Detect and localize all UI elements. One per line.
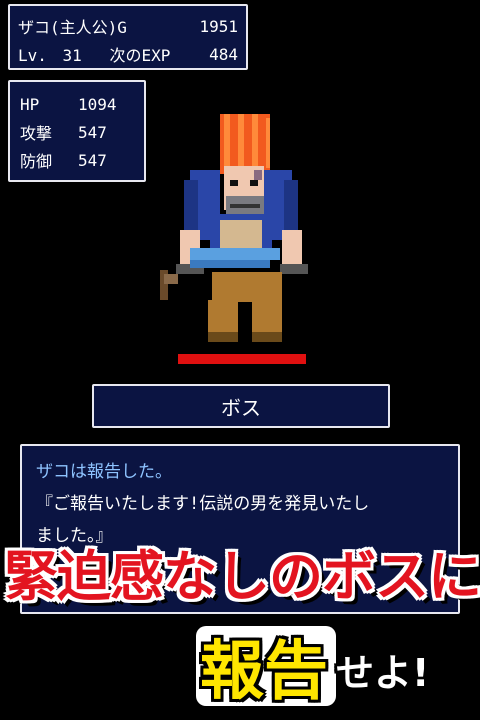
stat-row-attack: 攻撃 547 (20, 118, 134, 146)
next-exp-value: 484 (209, 44, 238, 64)
player-name-gold: ザコ(主人公)G (18, 14, 127, 38)
message-line-2: 『ご報告いたします!伝説の男を発見いたし (36, 494, 370, 514)
player-stats-panel: HP 1094 攻撃 547 防御 547 (8, 80, 146, 182)
level-value: 31 (62, 46, 82, 65)
enemy-name-box: ボス (92, 384, 390, 428)
boss-sprite[interactable] (150, 110, 330, 350)
player-name: ザコ(主人公) (18, 18, 118, 37)
boss-sprite-icon (160, 114, 308, 342)
stat-label: HP (20, 94, 40, 114)
stat-value: 547 (78, 150, 107, 170)
promo-report-word: 報告 (200, 635, 328, 709)
message-line-1: ザコは報告した。 (36, 462, 172, 482)
enemy-name: ボス (221, 395, 261, 420)
promo-headline: 緊迫感なしのボスに (4, 545, 480, 608)
player-status-panel: ザコ(主人公)G 1951 Lv. 31 次のEXP 484 (8, 4, 248, 70)
next-exp-label: 次のEXP (109, 46, 171, 65)
boss-hp-bar (178, 354, 306, 364)
gold-value: 1951 (199, 16, 238, 36)
promo-command: せよ! (336, 651, 430, 695)
stat-row-hp: HP 1094 (20, 90, 134, 118)
stat-label: 攻撃 (20, 124, 53, 143)
level-exp-row: Lv. 31 次のEXP 484 (18, 40, 238, 68)
level-block: Lv. 31 次のEXP (18, 42, 170, 66)
level-label: Lv. (18, 46, 47, 65)
stat-row-defense: 防御 547 (20, 146, 134, 174)
player-name-gold-row: ザコ(主人公)G 1951 (18, 12, 238, 40)
stat-value: 1094 (78, 94, 117, 114)
gold-label: G (117, 18, 127, 37)
stat-value: 547 (78, 122, 107, 142)
stat-label: 防御 (20, 152, 53, 171)
